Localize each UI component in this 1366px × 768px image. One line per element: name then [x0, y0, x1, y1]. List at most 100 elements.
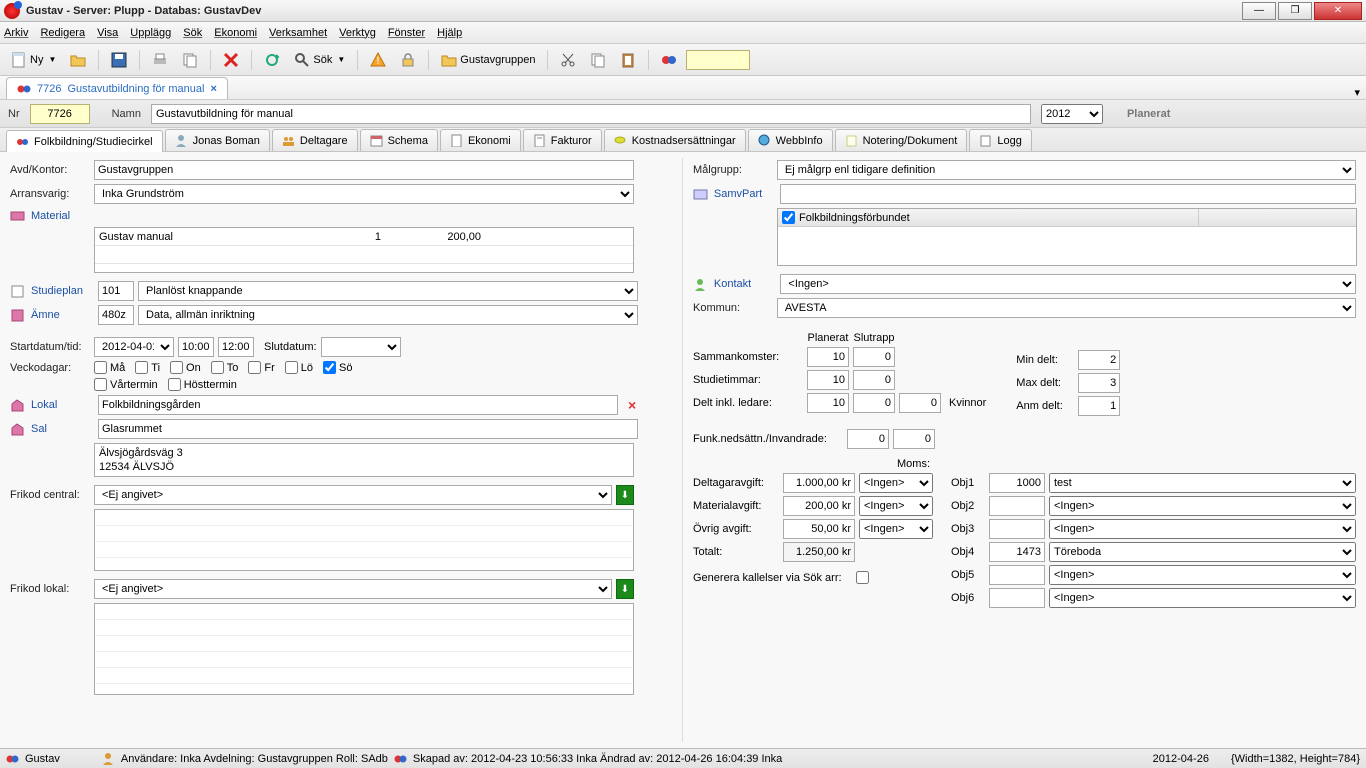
fric-grid[interactable] [94, 509, 634, 571]
slut-date-select[interactable] [321, 337, 401, 357]
day-fr[interactable]: Fr [248, 361, 274, 374]
hosttermin-check[interactable]: Hösttermin [168, 378, 237, 391]
day-so[interactable]: Sö [323, 361, 352, 374]
avd-input[interactable] [94, 160, 634, 180]
menu-verktyg[interactable]: Verktyg [339, 27, 376, 39]
da-moms[interactable]: <Ingen> [859, 473, 933, 493]
obj1-sel[interactable]: test [1049, 473, 1356, 493]
start-date-select[interactable]: 2012-04-01 [94, 337, 174, 357]
delete-button[interactable] [218, 48, 244, 72]
print-button[interactable] [147, 48, 173, 72]
new-button[interactable]: Ny▼ [6, 48, 61, 72]
balls-button[interactable] [656, 48, 682, 72]
obj4-sel[interactable]: Töreboda [1049, 542, 1356, 562]
close-tab-icon[interactable]: × [210, 83, 216, 95]
anm-input[interactable] [1078, 396, 1120, 416]
tab-ekonomi[interactable]: Ekonomi [440, 129, 521, 151]
samv-link[interactable]: SamvPart [714, 188, 777, 200]
obj1-num[interactable] [989, 473, 1045, 493]
fric-download-button[interactable]: ⬇ [616, 485, 634, 505]
fric-select[interactable]: <Ej angivet> [94, 485, 612, 505]
menu-fonster[interactable]: Fönster [388, 27, 425, 39]
kommun-select[interactable]: AVESTA [777, 298, 1356, 318]
oa-input[interactable] [783, 519, 855, 539]
document-tab[interactable]: 7726 Gustavutbildning för manual × [6, 77, 228, 99]
tab-fakturor[interactable]: Fakturor [523, 129, 602, 151]
minimize-button[interactable]: — [1242, 2, 1276, 20]
fril-grid[interactable] [94, 603, 634, 695]
close-button[interactable]: ✕ [1314, 2, 1362, 20]
stud-name-select[interactable]: Planlöst knappande [138, 281, 638, 301]
amne-name-select[interactable]: Data, allmän inriktning [138, 305, 638, 325]
studieplan-link[interactable]: Studieplan [31, 285, 94, 297]
obj2-sel[interactable]: <Ingen> [1049, 496, 1356, 516]
delt-s[interactable] [853, 393, 895, 413]
material-link[interactable]: Material [31, 210, 94, 222]
tab-overflow-icon[interactable]: ▾ [1354, 86, 1360, 99]
sam-s[interactable] [853, 347, 895, 367]
menu-arkiv[interactable]: Arkiv [4, 27, 28, 39]
tab-webb[interactable]: WebbInfo [748, 129, 833, 151]
menu-sok[interactable]: Sök [183, 27, 202, 39]
maximize-button[interactable]: ❐ [1278, 2, 1312, 20]
obj6-sel[interactable]: <Ingen> [1049, 588, 1356, 608]
arr-select[interactable]: Inka Grundström [94, 184, 634, 204]
mal-select[interactable]: Ej målgrp enl tidigare definition [777, 160, 1356, 180]
ma-moms[interactable]: <Ingen> [859, 496, 933, 516]
sal-link[interactable]: Sal [31, 423, 94, 435]
menu-upplagg[interactable]: Upplägg [130, 27, 171, 39]
obj5-num[interactable] [989, 565, 1045, 585]
amne-link[interactable]: Ämne [31, 309, 94, 321]
start-t1[interactable] [178, 337, 214, 357]
clear-lokal-icon[interactable]: × [622, 397, 642, 413]
menu-verksamhet[interactable]: Verksamhet [269, 27, 327, 39]
tim-p[interactable] [807, 370, 849, 390]
lokal-input[interactable] [98, 395, 618, 415]
day-lo[interactable]: Lö [285, 361, 313, 374]
tab-schema[interactable]: Schema [360, 129, 438, 151]
menu-visa[interactable]: Visa [97, 27, 118, 39]
gen-check[interactable] [856, 571, 869, 584]
obj5-sel[interactable]: <Ingen> [1049, 565, 1356, 585]
obj2-num[interactable] [989, 496, 1045, 516]
copy-button[interactable] [177, 48, 203, 72]
menu-redigera[interactable]: Redigera [40, 27, 85, 39]
paste-button[interactable] [615, 48, 641, 72]
sam-p[interactable] [807, 347, 849, 367]
menu-ekonomi[interactable]: Ekonomi [214, 27, 257, 39]
obj4-num[interactable] [989, 542, 1045, 562]
copy2-button[interactable] [585, 48, 611, 72]
tab-folkbildning[interactable]: Folkbildning/Studiecirkel [6, 130, 163, 152]
day-ti[interactable]: Ti [135, 361, 160, 374]
cut-button[interactable] [555, 48, 581, 72]
lock-button[interactable] [395, 48, 421, 72]
samv-check[interactable] [782, 211, 795, 224]
kontakt-link[interactable]: Kontakt [714, 278, 777, 290]
samv-input[interactable] [780, 184, 1356, 204]
menu-hjalp[interactable]: Hjälp [437, 27, 462, 39]
funk-a[interactable] [847, 429, 889, 449]
obj3-num[interactable] [989, 519, 1045, 539]
search-button[interactable]: Sök▼ [289, 48, 350, 72]
tab-kostnad[interactable]: Kostnadsersättningar [604, 129, 746, 151]
delt-k[interactable] [899, 393, 941, 413]
quick-search-input[interactable] [686, 50, 750, 70]
vartermin-check[interactable]: Vårtermin [94, 378, 158, 391]
kontakt-select[interactable]: <Ingen> [780, 274, 1356, 294]
funk-b[interactable] [893, 429, 935, 449]
refresh-button[interactable] [259, 48, 285, 72]
samv-grid[interactable]: Folkbildningsförbundet [777, 208, 1357, 266]
namn-input[interactable] [151, 104, 1031, 124]
save-button[interactable] [106, 48, 132, 72]
fril-select[interactable]: <Ej angivet> [94, 579, 612, 599]
fril-download-button[interactable]: ⬇ [616, 579, 634, 599]
obj6-num[interactable] [989, 588, 1045, 608]
stud-code-input[interactable] [98, 281, 134, 301]
ma-input[interactable] [783, 496, 855, 516]
tab-deltagare[interactable]: Deltagare [272, 129, 358, 151]
sal-input[interactable] [98, 419, 638, 439]
tim-s[interactable] [853, 370, 895, 390]
day-on[interactable]: On [170, 361, 201, 374]
tab-logg[interactable]: Logg [969, 129, 1031, 151]
material-grid[interactable]: Gustav manual1200,00 [94, 227, 634, 273]
